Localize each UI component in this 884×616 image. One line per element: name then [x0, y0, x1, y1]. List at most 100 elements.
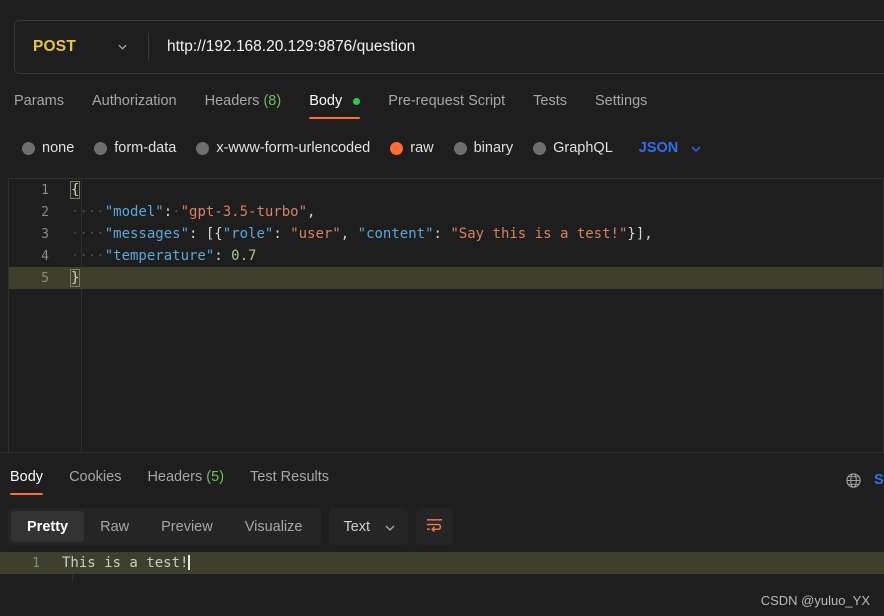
url-input[interactable]: http://192.168.20.129:9876/question — [149, 21, 884, 73]
code-token: "temperature" — [104, 248, 215, 264]
code-token: [{ — [197, 226, 223, 242]
line-number: 5 — [41, 270, 49, 286]
code-token: : — [163, 204, 173, 220]
request-body-editor[interactable]: 1 { 2 ····"model":·"gpt-3.5-turbo", 3 ··… — [8, 178, 884, 452]
tab-tests[interactable]: Tests — [533, 87, 567, 119]
code-token: "messages" — [104, 226, 190, 242]
tab-headers[interactable]: Headers (8) — [205, 87, 282, 119]
word-wrap-icon — [425, 517, 444, 537]
view-mode-visualize[interactable]: Visualize — [229, 511, 319, 542]
code-line: 4 ····"temperature": 0.7 — [9, 245, 883, 267]
code-token: "user" — [281, 226, 341, 242]
radio-icon — [22, 141, 35, 155]
view-mode-pretty[interactable]: Pretty — [11, 511, 85, 542]
code-indent: ···· — [71, 226, 105, 242]
code-token: : — [214, 248, 223, 264]
body-type-graphql[interactable]: GraphQL — [533, 140, 613, 156]
chevron-down-icon — [690, 142, 702, 154]
response-tab-bar: Body Cookies Headers (5) Test Results — [0, 462, 884, 498]
response-tab-test-results-label: Test Results — [250, 469, 330, 485]
tab-authorization-label: Authorization — [91, 93, 177, 109]
line-number: 2 — [41, 204, 49, 220]
code-token: "Say this is a test!" — [441, 226, 628, 242]
radio-icon — [453, 141, 467, 155]
radio-icon — [94, 141, 108, 155]
http-method-select[interactable]: POST — [15, 21, 148, 73]
tab-settings-label: Settings — [594, 93, 648, 109]
body-type-graphql-label: GraphQL — [553, 140, 613, 156]
view-mode-pretty-label: Pretty — [27, 518, 69, 535]
tab-body[interactable]: Body — [309, 87, 361, 119]
response-tab-body[interactable]: Body — [10, 465, 44, 495]
tab-pre-request-script[interactable]: Pre-request Script — [388, 87, 505, 119]
code-indent: ···· — [71, 204, 105, 220]
response-tab-cookies[interactable]: Cookies — [69, 465, 121, 495]
code-token: : — [433, 226, 442, 242]
view-mode-raw-label: Raw — [100, 518, 130, 535]
response-tab-body-label: Body — [10, 469, 44, 485]
code-line-selected: 5 } — [9, 267, 883, 289]
response-tab-cookies-label: Cookies — [69, 469, 122, 485]
url-bar: POST http://192.168.20.129:9876/question — [14, 20, 884, 74]
code-line-content: ····"model":·"gpt-3.5-turbo", — [65, 204, 315, 220]
view-mode-preview[interactable]: Preview — [145, 511, 229, 542]
code-line-content: } — [65, 269, 81, 287]
body-type-raw[interactable]: raw — [390, 140, 434, 156]
tab-settings[interactable]: Settings — [595, 87, 647, 119]
body-type-none-label: none — [42, 140, 75, 156]
body-type-none[interactable]: none — [22, 140, 74, 156]
body-type-urlencoded[interactable]: x-www-form-urlencoded — [196, 140, 370, 156]
tab-body-label: Body — [309, 93, 343, 109]
response-tab-headers[interactable]: Headers (5) — [147, 465, 224, 495]
response-meta-area: S — [845, 462, 884, 498]
code-token: "content" — [349, 226, 434, 242]
response-tab-headers-count: (5) — [206, 469, 225, 485]
tab-headers-count: (8) — [263, 93, 282, 109]
code-token: , — [340, 226, 350, 242]
tab-authorization[interactable]: Authorization — [92, 87, 177, 119]
code-token: , — [307, 204, 316, 220]
code-token: { — [69, 181, 81, 199]
radio-icon — [533, 141, 547, 155]
request-tab-bar: Params Authorization Headers (8) Body Pr… — [0, 86, 884, 120]
tab-headers-label: Headers — [204, 93, 260, 109]
view-mode-visualize-label: Visualize — [244, 518, 303, 535]
code-token: : — [273, 226, 282, 242]
radio-icon — [196, 141, 210, 155]
chevron-down-icon — [384, 521, 396, 533]
globe-icon[interactable] — [845, 472, 862, 489]
body-type-urlencoded-label: x-www-form-urlencoded — [216, 140, 371, 156]
raw-format-select[interactable]: JSON — [639, 140, 703, 156]
line-number: 1 — [32, 555, 40, 571]
response-text: This is a test! — [62, 555, 189, 571]
view-mode-raw[interactable]: Raw — [84, 511, 145, 542]
text-caret — [188, 555, 190, 570]
body-type-row: none form-data x-www-form-urlencoded raw… — [0, 132, 884, 164]
body-type-binary-label: binary — [473, 140, 514, 156]
line-number: 1 — [41, 182, 49, 198]
response-status-truncated: S — [874, 472, 884, 488]
word-wrap-button[interactable] — [416, 508, 454, 545]
code-token: }], — [627, 226, 653, 242]
line-number: 4 — [41, 248, 49, 264]
http-method-label: POST — [33, 38, 77, 55]
tab-params[interactable]: Params — [14, 87, 64, 119]
line-number: 3 — [41, 226, 49, 242]
tab-pre-request-script-label: Pre-request Script — [388, 93, 506, 109]
panel-divider[interactable] — [0, 452, 884, 453]
response-tab-test-results[interactable]: Test Results — [250, 465, 329, 495]
code-line-content: ····"temperature": 0.7 — [65, 248, 256, 264]
body-type-binary[interactable]: binary — [453, 140, 514, 156]
code-line: 1 { — [9, 179, 883, 201]
response-view-mode-group: Pretty Raw Preview Visualize — [8, 508, 322, 545]
response-body-viewer[interactable]: 1 This is a test! — [0, 552, 884, 582]
body-type-raw-label: raw — [410, 140, 434, 156]
code-token: "model" — [104, 204, 164, 220]
tab-tests-label: Tests — [533, 93, 567, 109]
code-token: } — [69, 269, 81, 287]
radio-selected-icon — [390, 141, 404, 155]
code-line-content: ····"messages": [{"role": "user", "conte… — [65, 226, 653, 242]
body-type-form-data[interactable]: form-data — [94, 140, 176, 156]
tab-params-label: Params — [14, 93, 64, 109]
response-content-type-select[interactable]: Text — [329, 508, 409, 545]
